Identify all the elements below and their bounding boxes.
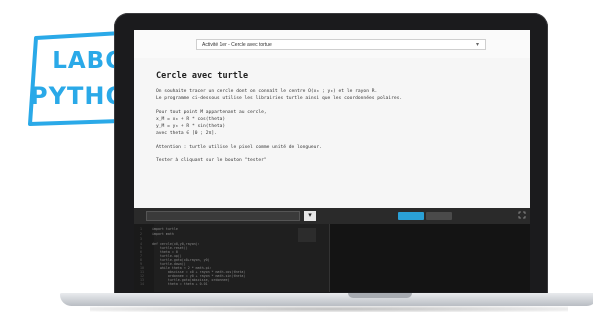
code-minimap [298, 228, 316, 242]
description-line: On souhaite tracer un cercle dont on con… [156, 89, 378, 94]
code-line: 1 import turtle [140, 227, 178, 231]
description-line: Tester à cliquant sur le bouton "tester" [156, 158, 267, 163]
description-line: Attention : turtle utilise le pixel comm… [156, 145, 322, 150]
laptop-base [60, 293, 593, 306]
run-code-button[interactable] [146, 211, 300, 221]
description-line: avec theta ∈ [0 ; 2π]. [156, 131, 217, 136]
tab-console[interactable] [398, 212, 424, 220]
exercise-title: Cercle avec turtle [156, 71, 249, 81]
exercise-description: Cercle avec turtle On souhaite tracer un… [134, 58, 530, 208]
exercise-select[interactable]: Activité 1er - Cercle avec tortue ▾ [196, 39, 486, 50]
laptop-screen: Activité 1er - Cercle avec tortue ▾ Cerc… [134, 30, 530, 292]
laptop-base-notch [348, 293, 412, 298]
code-line: 3 [140, 237, 142, 241]
code-line: 2 import math [140, 232, 174, 236]
run-options-chevron-icon[interactable]: ▾ [304, 211, 316, 221]
code-area[interactable]: 1 import turtle 2 import math 3 4 def cercl… [134, 224, 330, 292]
tab-graphics[interactable] [426, 212, 452, 220]
top-bar: Activité 1er - Cercle avec tortue ▾ [134, 30, 530, 58]
chevron-down-icon: ▾ [475, 42, 479, 48]
output-area [330, 224, 530, 292]
code-editor-panel: ▾ 1 import turtle 2 import math 3 4 def cer… [134, 208, 530, 292]
editor-toolbar: ▾ [134, 208, 530, 224]
laptop-shadow [90, 306, 568, 312]
exercise-select-value: Activité 1er - Cercle avec tortue [202, 42, 272, 48]
description-line: Le programme ci-dessous utilise les libr… [156, 96, 403, 101]
description-line: Pour tout point M appartenant au cercle, [156, 110, 267, 115]
description-line: x_M = x₀ + R * cos(theta) [156, 117, 226, 122]
description-line: y_M = y₀ + R * sin(theta) [156, 124, 226, 129]
expand-icon[interactable] [518, 211, 526, 219]
code-line: 14 theta = theta + 0.01 [140, 282, 208, 286]
